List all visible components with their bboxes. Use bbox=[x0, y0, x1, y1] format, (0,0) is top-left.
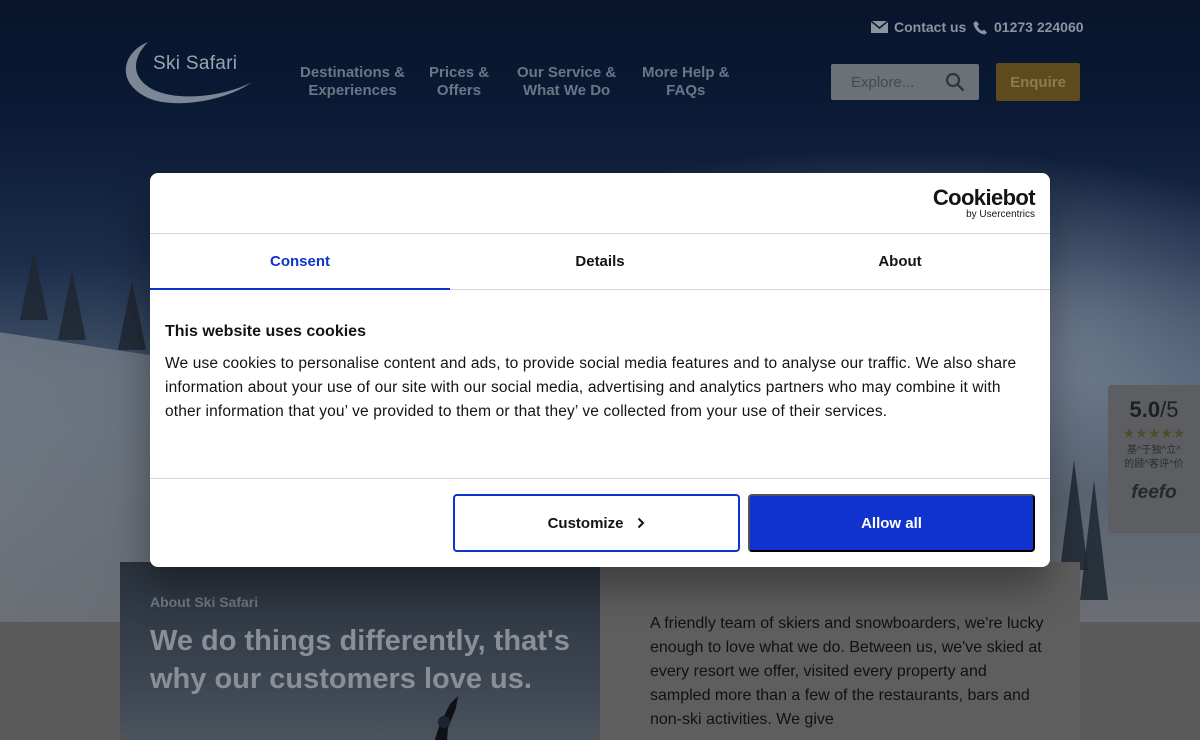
allow-all-button[interactable]: Allow all bbox=[748, 494, 1035, 552]
phone-icon bbox=[973, 20, 987, 34]
nav-label: Offers bbox=[436, 82, 482, 99]
search-icon[interactable] bbox=[945, 72, 965, 92]
contact-link[interactable]: Contact us bbox=[871, 19, 966, 35]
feefo-score: 5.0/5 bbox=[1108, 397, 1200, 423]
feefo-rating-widget[interactable]: 5.0/5 ★★★★★ 基^于独^立^ 的顾^客评^价 feefo bbox=[1108, 385, 1200, 533]
mail-icon bbox=[871, 21, 888, 33]
site-header: Ski Safari Contact us 01273 224060 Desti… bbox=[0, 0, 1200, 122]
contact-link-label: Contact us bbox=[894, 19, 967, 35]
tree-silhouette bbox=[1080, 480, 1108, 600]
about-body: A friendly team of skiers and snowboarde… bbox=[650, 615, 1044, 728]
dialog-heading: This website uses cookies bbox=[165, 323, 366, 340]
cookiebot-brand-sub: by Usercentrics bbox=[966, 209, 1035, 220]
nav-label: Our Service & bbox=[517, 64, 617, 81]
about-title: We do things differently, that's why our… bbox=[150, 625, 570, 695]
cookiebot-logo[interactable]: Cookiebot by Usercentrics bbox=[932, 185, 1036, 221]
nav-our-service[interactable]: Our Service & What We Do bbox=[517, 64, 616, 100]
feefo-basis-line: 基^于独^立^ bbox=[1126, 445, 1182, 456]
logo-text: Ski Safari bbox=[153, 53, 238, 74]
customize-button-label: Customize bbox=[547, 514, 624, 532]
feefo-score-max: /5 bbox=[1160, 397, 1179, 422]
nav-label: FAQs bbox=[666, 82, 706, 99]
search-input[interactable]: Explore... bbox=[831, 64, 979, 100]
about-text-card: A friendly team of skiers and snowboarde… bbox=[600, 562, 1080, 740]
cookie-consent-dialog: Cookiebot by Usercentrics Consent Detail… bbox=[150, 173, 1050, 567]
tab-details[interactable]: Details bbox=[450, 234, 750, 289]
phone-number: 01273 224060 bbox=[994, 19, 1084, 35]
dialog-header: Cookiebot by Usercentrics bbox=[150, 173, 1050, 234]
tab-about[interactable]: About bbox=[750, 234, 1050, 289]
feefo-score-value: 5.0 bbox=[1129, 397, 1161, 422]
star-rating-icon: ★★★★★ bbox=[1122, 425, 1186, 441]
tree-silhouette bbox=[118, 280, 146, 350]
tree-silhouette bbox=[58, 270, 86, 340]
nav-label: What We Do bbox=[523, 82, 611, 99]
skier-image bbox=[434, 696, 458, 740]
nav-label: More Help & bbox=[642, 64, 730, 81]
dialog-body: This website uses cookies We use cookies… bbox=[150, 290, 1050, 479]
enquire-button[interactable]: Enquire bbox=[996, 63, 1080, 101]
dialog-tabs: Consent Details About bbox=[150, 234, 1050, 290]
feefo-basis-text: 基^于独^立^ 的顾^客评^价 bbox=[1108, 444, 1200, 472]
active-tab-indicator bbox=[150, 288, 450, 290]
chevron-right-icon bbox=[638, 517, 645, 529]
nav-label: Destinations & bbox=[300, 64, 406, 81]
dialog-text: We use cookies to personalise content an… bbox=[165, 355, 1017, 420]
search-placeholder: Explore... bbox=[851, 74, 915, 91]
about-label: About Ski Safari bbox=[150, 594, 259, 610]
cookiebot-brand: Cookiebot bbox=[932, 185, 1036, 210]
nav-label: Experiences bbox=[308, 82, 397, 99]
feefo-logo: feefo bbox=[1131, 482, 1177, 503]
nav-label: Prices & bbox=[429, 64, 490, 81]
about-card: About Ski Safari We do things differentl… bbox=[120, 562, 600, 740]
nav-prices[interactable]: Prices & Offers bbox=[429, 64, 489, 100]
dialog-footer: Customize Allow all bbox=[150, 479, 1050, 567]
customize-button[interactable]: Customize bbox=[453, 494, 740, 552]
nav-destinations[interactable]: Destinations & Experiences bbox=[300, 64, 405, 100]
feefo-basis-line: 的顾^客评^价 bbox=[1124, 459, 1184, 470]
tab-consent[interactable]: Consent bbox=[150, 234, 450, 289]
phone-link[interactable]: 01273 224060 bbox=[973, 19, 1084, 35]
nav-help-faqs[interactable]: More Help & FAQs bbox=[642, 64, 730, 100]
tree-silhouette bbox=[20, 250, 48, 320]
